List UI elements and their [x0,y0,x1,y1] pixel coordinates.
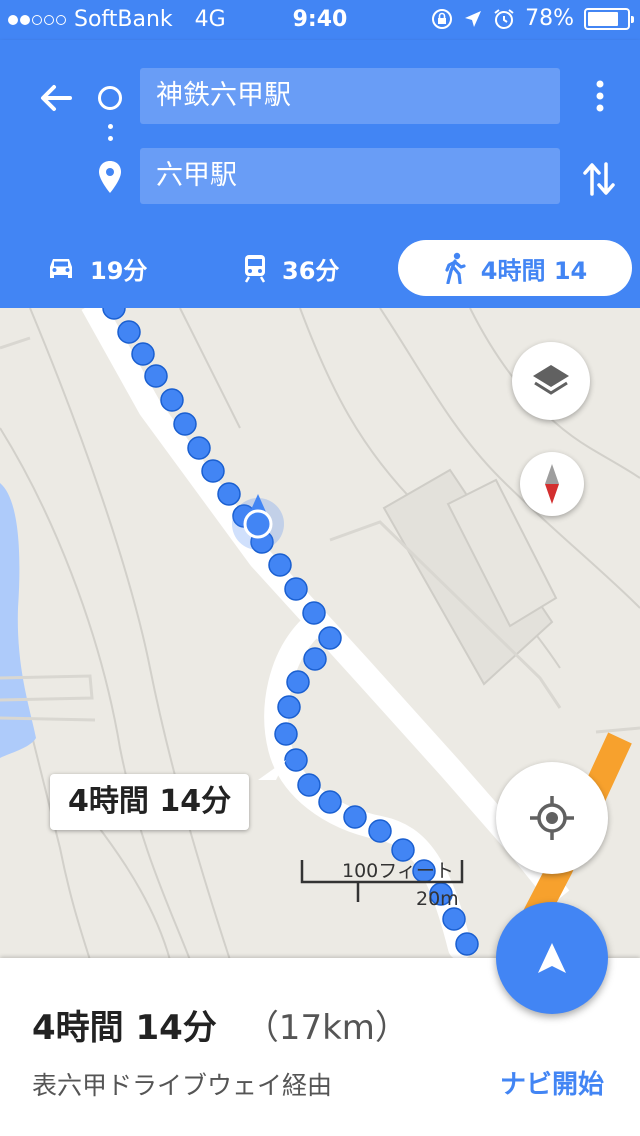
route-dot [442,907,466,931]
map-view[interactable]: 4時間 14分 100フィート 20m [0,308,640,960]
route-dot [297,773,321,797]
route-dot [274,722,298,746]
route-dot [217,482,241,506]
start-navigation-button[interactable] [496,902,608,1014]
crosshair-icon [530,796,574,840]
walk-duration: 4時間 14 [480,256,588,285]
route-dot [318,626,342,650]
route-dot [284,748,308,772]
tab-transit[interactable]: 36分 [242,240,339,296]
route-connector-dot [108,124,113,129]
route-dot [286,670,310,694]
map-scale: 100フィート 20m [300,856,470,910]
navigation-arrow-icon [538,943,566,973]
battery-icon [584,7,634,30]
layers-icon [533,365,569,395]
current-location-icon [243,509,273,539]
route-connector-dot [108,136,113,141]
travel-mode-tabs: 19分 36分 4時間 14 [0,236,640,300]
route-dot [187,436,211,460]
start-navigation-link[interactable]: ナビ開始 [500,1064,604,1101]
orientation-lock-icon [432,8,453,29]
tab-car[interactable]: 19分 [46,240,147,296]
transit-duration: 36分 [282,256,340,285]
battery-percent: 78% [525,6,574,31]
summary-duration: 4時間 14分 [32,1008,217,1048]
destination-pin-icon [99,161,121,193]
destination-input[interactable]: 六甲駅 [140,148,560,204]
route-dot [302,601,326,625]
route-dot [318,790,342,814]
location-arrow-icon [465,10,482,27]
route-dot [277,695,301,719]
route-dot [173,412,197,436]
tab-walk[interactable]: 4時間 14 [398,240,632,296]
route-dot [268,553,292,577]
route-duration-callout[interactable]: 4時間 14分 [50,774,250,830]
car-duration: 19分 [90,256,148,285]
status-bar: SoftBank 4G 9:40 78% [0,0,640,40]
origin-input[interactable]: 神鉄六甲駅 [140,68,560,124]
status-right: 78% [431,6,634,31]
swap-icon[interactable] [582,160,616,198]
callout-pointer [258,760,286,780]
route-dot [284,577,308,601]
walking-person-icon [445,252,466,284]
compass-icon [545,464,559,504]
car-icon [50,259,72,278]
more-options-icon[interactable] [586,76,614,116]
route-dot [368,819,392,843]
route-dot [131,342,155,366]
summary-distance: （17km） [244,1008,409,1048]
compass-button[interactable] [520,452,584,516]
battery-fill [588,11,618,26]
layers-button[interactable] [512,342,590,420]
route-via: 表六甲ドライブウェイ経由 [32,1071,333,1100]
my-location-button[interactable] [496,762,608,874]
route-dot [343,805,367,829]
route-summary: 4時間 14分 （17km） [32,1000,409,1049]
alarm-icon [494,8,514,29]
train-icon [244,255,266,283]
origin-marker-icon [98,86,122,110]
route-dot [144,364,168,388]
route-dot [117,320,141,344]
route-dot [160,388,184,412]
directions-header: 神鉄六甲駅 六甲駅 19分 36分 4時間 14 [0,40,640,308]
route-dot [201,459,225,483]
back-arrow-icon[interactable] [36,78,76,118]
route-dot [455,932,479,956]
route-dot [303,647,327,671]
